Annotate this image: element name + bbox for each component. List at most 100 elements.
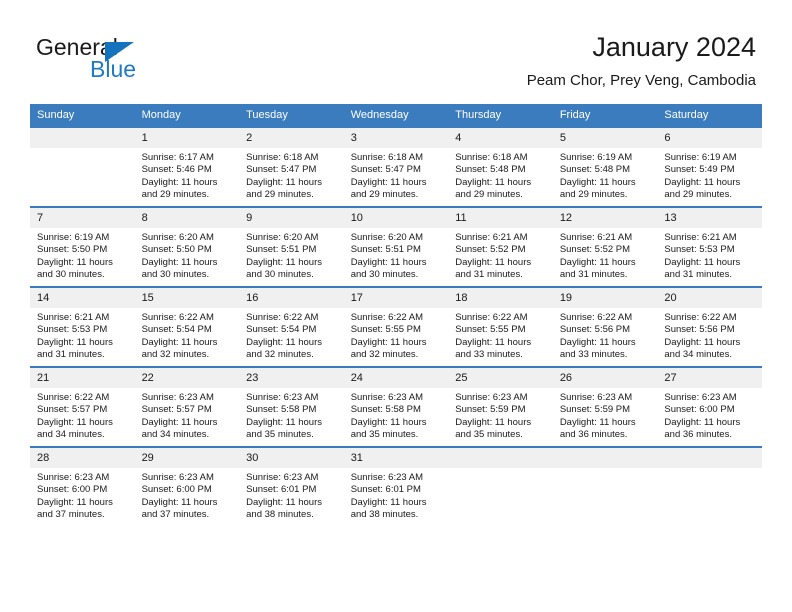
- daylight-text-line1: Daylight: 11 hours: [350, 256, 427, 268]
- calendar-day-cell[interactable]: 24 Sunrise: 6:23 AM Sunset: 5:58 PM Dayligh…: [343, 366, 449, 446]
- day-cell-inner: 7 Sunrise: 6:19 AM Sunset: 5:50 PM Daylight…: [30, 206, 135, 286]
- calendar-day-cell[interactable]: 4 Sunrise: 6:18 AM Sunset: 5:48 PM Daylight…: [448, 126, 553, 206]
- day-cell-inner: 5 Sunrise: 6:19 AM Sunset: 5:48 PM Daylight…: [552, 126, 658, 206]
- calendar-day-cell[interactable]: 20 Sunrise: 6:22 AM Sunset: 5:56 PM Dayligh…: [657, 286, 762, 366]
- daylight-text-line2: and 35 minutes.: [246, 429, 314, 441]
- calendar-day-cell[interactable]: 18 Sunrise: 6:22 AM Sunset: 5:55 PM Dayligh…: [448, 286, 553, 366]
- sunset-text: Sunset: 5:53 PM: [664, 244, 735, 256]
- calendar-day-cell[interactable]: 22 Sunrise: 6:23 AM Sunset: 5:57 PM Dayligh…: [134, 366, 240, 446]
- day-cell-inner: 9 Sunrise: 6:20 AM Sunset: 5:51 PM Daylight…: [239, 206, 344, 286]
- day-cell-inner: 20 Sunrise: 6:22 AM Sunset: 5:56 PM Dayligh…: [657, 286, 762, 366]
- sunrise-text: Sunrise: 6:23 AM: [141, 472, 214, 483]
- sunset-text: Sunset: 5:50 PM: [141, 244, 212, 256]
- calendar-day-cell[interactable]: 9 Sunrise: 6:20 AM Sunset: 5:51 PM Daylight…: [239, 206, 344, 286]
- brand-logo[interactable]: General Blue: [36, 34, 266, 94]
- calendar-day-cell[interactable]: 21 Sunrise: 6:22 AM Sunset: 5:57 PM Dayligh…: [30, 366, 135, 446]
- calendar-day-cell[interactable]: 12 Sunrise: 6:21 AM Sunset: 5:52 PM Dayligh…: [552, 206, 658, 286]
- calendar-day-cell[interactable]: 26 Sunrise: 6:23 AM Sunset: 5:59 PM Dayligh…: [552, 366, 658, 446]
- day-number: 13: [657, 208, 762, 228]
- daylight-text-line2: and 36 minutes.: [664, 429, 732, 441]
- daylight-text-line1: Daylight: 11 hours: [141, 256, 218, 268]
- sunrise-text: Sunrise: 6:22 AM: [246, 312, 319, 323]
- day-cell-inner: 19 Sunrise: 6:22 AM Sunset: 5:56 PM Dayligh…: [552, 286, 658, 366]
- calendar-day-cell[interactable]: 13 Sunrise: 6:21 AM Sunset: 5:53 PM Dayligh…: [657, 206, 762, 286]
- calendar-day-cell[interactable]: 27 Sunrise: 6:23 AM Sunset: 6:00 PM Dayligh…: [657, 366, 762, 446]
- calendar-day-cell[interactable]: 3 Sunrise: 6:18 AM Sunset: 5:47 PM Daylight…: [343, 126, 449, 206]
- sunrise-text: Sunrise: 6:22 AM: [350, 312, 424, 323]
- calendar-day-cell[interactable]: 16 Sunrise: 6:22 AM Sunset: 5:54 PM Dayligh…: [239, 286, 344, 366]
- sunset-text: Sunset: 5:46 PM: [141, 164, 212, 176]
- sunset-text: Sunset: 5:56 PM: [559, 324, 631, 336]
- day-cell-inner: [30, 126, 135, 206]
- sunset-text: Sunset: 5:52 PM: [455, 244, 526, 256]
- calendar-day-cell[interactable]: 5 Sunrise: 6:19 AM Sunset: 5:48 PM Daylight…: [552, 126, 658, 206]
- calendar-day-cell[interactable]: 2 Sunrise: 6:18 AM Sunset: 5:47 PM Daylight…: [239, 126, 344, 206]
- daylight-text-line1: Daylight: 11 hours: [37, 416, 113, 428]
- daylight-text-line1: Daylight: 11 hours: [350, 336, 427, 348]
- day-number: 14: [30, 288, 135, 308]
- calendar-day-cell[interactable]: 1 Sunrise: 6:17 AM Sunset: 5:46 PM Daylight…: [134, 126, 240, 206]
- daylight-text-line1: Daylight: 11 hours: [141, 496, 218, 508]
- day-cell-inner: 16 Sunrise: 6:22 AM Sunset: 5:54 PM Dayligh…: [239, 286, 344, 366]
- calendar-day-cell[interactable]: 14 Sunrise: 6:21 AM Sunset: 5:53 PM Dayligh…: [30, 286, 135, 366]
- sunrise-text: Sunrise: 6:20 AM: [350, 232, 424, 243]
- calendar-day-cell[interactable]: 19 Sunrise: 6:22 AM Sunset: 5:56 PM Dayligh…: [552, 286, 658, 366]
- calendar-day-cell[interactable]: 6 Sunrise: 6:19 AM Sunset: 5:49 PM Daylight…: [657, 126, 762, 206]
- calendar-day-cell[interactable]: 11 Sunrise: 6:21 AM Sunset: 5:52 PM Dayligh…: [448, 206, 553, 286]
- calendar-day-cell[interactable]: 8 Sunrise: 6:20 AM Sunset: 5:50 PM Daylight…: [134, 206, 240, 286]
- daylight-text-line2: and 31 minutes.: [664, 269, 732, 281]
- calendar-day-cell: [448, 446, 553, 526]
- day-number: 12: [552, 208, 658, 228]
- calendar-day-cell[interactable]: 31 Sunrise: 6:23 AM Sunset: 6:01 PM Dayligh…: [343, 446, 449, 526]
- day-sun-info: Sunrise: 6:23 AM Sunset: 6:00 PM Daylight:…: [135, 468, 240, 522]
- day-cell-inner: 28 Sunrise: 6:23 AM Sunset: 6:00 PM Dayligh…: [30, 446, 135, 526]
- sunrise-text: Sunrise: 6:21 AM: [455, 232, 528, 243]
- daylight-text-line2: and 31 minutes.: [37, 349, 105, 361]
- day-cell-inner: 3 Sunrise: 6:18 AM Sunset: 5:47 PM Daylight…: [343, 126, 449, 206]
- daylight-text-line1: Daylight: 11 hours: [246, 496, 322, 508]
- calendar-day-cell[interactable]: 25 Sunrise: 6:23 AM Sunset: 5:59 PM Dayligh…: [448, 366, 553, 446]
- day-number: 21: [30, 368, 135, 388]
- daylight-text-line1: Daylight: 11 hours: [246, 256, 322, 268]
- day-number: 25: [448, 368, 553, 388]
- sunset-text: Sunset: 5:53 PM: [37, 324, 108, 336]
- day-number: 5: [552, 128, 658, 148]
- calendar-day-cell[interactable]: 15 Sunrise: 6:22 AM Sunset: 5:54 PM Dayligh…: [134, 286, 240, 366]
- day-number: 27: [657, 368, 762, 388]
- daylight-text-line2: and 38 minutes.: [246, 509, 314, 521]
- daylight-text-line1: Daylight: 11 hours: [455, 416, 532, 428]
- calendar-week-row: 28 Sunrise: 6:23 AM Sunset: 6:00 PM Dayligh…: [30, 446, 762, 526]
- day-number: [448, 448, 553, 468]
- sunrise-text: Sunrise: 6:19 AM: [37, 232, 110, 243]
- day-sun-info: Sunrise: 6:18 AM Sunset: 5:47 PM Daylight:…: [344, 148, 449, 202]
- sunset-text: Sunset: 6:00 PM: [37, 484, 108, 496]
- daylight-text-line1: Daylight: 11 hours: [37, 336, 113, 348]
- calendar-day-cell[interactable]: 23 Sunrise: 6:23 AM Sunset: 5:58 PM Dayligh…: [239, 366, 344, 446]
- calendar-day-cell[interactable]: 10 Sunrise: 6:20 AM Sunset: 5:51 PM Dayligh…: [343, 206, 449, 286]
- day-sun-info: Sunrise: 6:23 AM Sunset: 6:00 PM Daylight:…: [657, 388, 762, 442]
- sunrise-text: Sunrise: 6:21 AM: [37, 312, 110, 323]
- sunrise-text: Sunrise: 6:22 AM: [664, 312, 737, 323]
- calendar-day-cell[interactable]: 29 Sunrise: 6:23 AM Sunset: 6:00 PM Dayligh…: [134, 446, 240, 526]
- day-number: 28: [30, 448, 135, 468]
- daylight-text-line2: and 32 minutes.: [246, 349, 314, 361]
- calendar-day-cell[interactable]: 7 Sunrise: 6:19 AM Sunset: 5:50 PM Daylight…: [30, 206, 135, 286]
- calendar-week-row: 1 Sunrise: 6:17 AM Sunset: 5:46 PM Daylight…: [30, 126, 762, 206]
- calendar-day-cell[interactable]: 30 Sunrise: 6:23 AM Sunset: 6:01 PM Dayligh…: [239, 446, 344, 526]
- daylight-text-line1: Daylight: 11 hours: [664, 256, 741, 268]
- sunrise-text: Sunrise: 6:23 AM: [455, 392, 528, 403]
- daylight-text-line2: and 34 minutes.: [141, 429, 210, 441]
- day-cell-inner: 23 Sunrise: 6:23 AM Sunset: 5:58 PM Dayligh…: [239, 366, 344, 446]
- sunset-text: Sunset: 5:59 PM: [559, 404, 631, 416]
- sunrise-text: Sunrise: 6:23 AM: [350, 392, 424, 403]
- daylight-text-line1: Daylight: 11 hours: [559, 176, 636, 188]
- calendar-day-cell[interactable]: 17 Sunrise: 6:22 AM Sunset: 5:55 PM Dayligh…: [343, 286, 449, 366]
- day-number: [552, 448, 658, 468]
- day-cell-inner: 22 Sunrise: 6:23 AM Sunset: 5:57 PM Dayligh…: [134, 366, 240, 446]
- sunrise-text: Sunrise: 6:21 AM: [559, 232, 633, 243]
- sunset-text: Sunset: 5:57 PM: [141, 404, 212, 416]
- daylight-text-line2: and 38 minutes.: [350, 509, 419, 521]
- day-cell-inner: 25 Sunrise: 6:23 AM Sunset: 5:59 PM Dayligh…: [448, 366, 553, 446]
- calendar-day-cell[interactable]: 28 Sunrise: 6:23 AM Sunset: 6:00 PM Dayligh…: [30, 446, 135, 526]
- day-number: 26: [552, 368, 658, 388]
